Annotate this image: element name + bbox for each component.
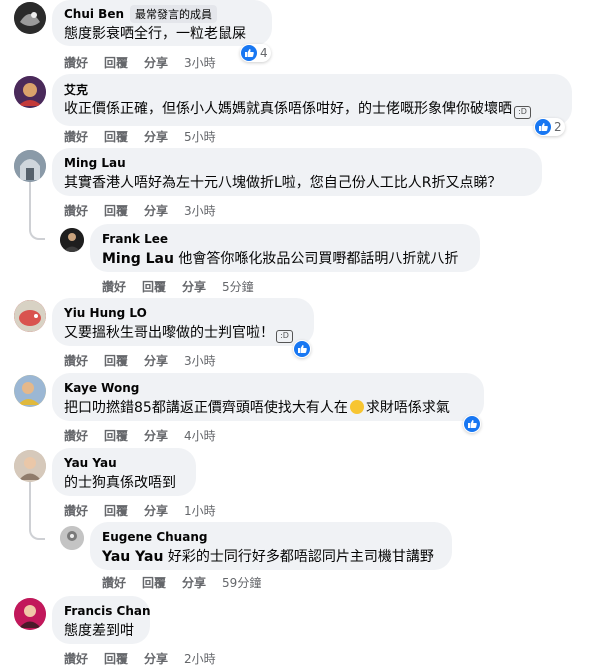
- relieved-face-emoji-icon: [349, 400, 364, 414]
- comment-timestamp[interactable]: 1小時: [184, 502, 216, 519]
- like-button[interactable]: 讚好: [64, 427, 88, 444]
- like-button[interactable]: 讚好: [64, 650, 88, 667]
- comment-text: 態度影衰哂全行，一粒老鼠屎: [64, 26, 246, 42]
- comment-author[interactable]: Kaye Wong: [64, 381, 139, 395]
- comment-bubble: Ming Lau 其實香港人唔好為左十元八塊做折L啦，您自己份人工比人R折又点睇…: [52, 148, 542, 196]
- avatar[interactable]: [60, 526, 84, 550]
- like-button[interactable]: 讚好: [64, 502, 88, 519]
- comment-actions: 讚好 回覆 分享 3小時: [64, 54, 216, 70]
- like-button[interactable]: 讚好: [64, 128, 88, 145]
- comment-author[interactable]: 艾克: [64, 81, 88, 98]
- comment-author[interactable]: Yiu Hung LO: [64, 306, 147, 320]
- comment-text: 又要搵秋生哥出嚟做的士判官啦！: [64, 325, 274, 341]
- reply-thread-line: [29, 182, 45, 240]
- avatar[interactable]: [14, 450, 46, 482]
- comment-actions: 讚好 回覆 分享 1小時: [64, 502, 216, 518]
- reply-button[interactable]: 回覆: [104, 352, 128, 369]
- comment-bubble: Francis Chan 態度差到咁: [52, 596, 151, 644]
- comment-bubble: Eugene Chuang Yau Yau 好彩的士同行好多都唔認同片主司機甘講…: [90, 522, 452, 570]
- thumbs-up-icon: [241, 45, 257, 61]
- share-button[interactable]: 分享: [144, 352, 168, 369]
- mention-link[interactable]: Ming Lau: [102, 251, 174, 267]
- share-button[interactable]: 分享: [144, 427, 168, 444]
- comment-timestamp[interactable]: 5小時: [184, 128, 216, 145]
- share-button[interactable]: 分享: [144, 128, 168, 145]
- like-button[interactable]: 讚好: [102, 278, 126, 295]
- grin-emoji-icon: :D: [276, 330, 293, 343]
- comment-text: 把口叻撚錯85都講返正價齊頭唔使找大有人在: [64, 400, 348, 416]
- comment-author[interactable]: Ming Lau: [64, 156, 126, 170]
- comment-author[interactable]: Chui Ben: [64, 7, 124, 21]
- thumbs-up-icon: [535, 119, 551, 135]
- avatar[interactable]: [14, 300, 46, 332]
- comment-text-continued: 求財唔係求氣: [365, 400, 450, 416]
- mention-link[interactable]: Yau Yau: [102, 549, 163, 565]
- comment-author[interactable]: Francis Chan: [64, 604, 151, 618]
- reply-button[interactable]: 回覆: [142, 278, 166, 295]
- reaction-count[interactable]: 2: [534, 118, 565, 136]
- reply-button[interactable]: 回覆: [104, 54, 128, 71]
- reaction-count[interactable]: 4: [240, 44, 271, 62]
- comment-author[interactable]: Yau Yau: [64, 456, 117, 470]
- comment-timestamp[interactable]: 2小時: [184, 650, 216, 667]
- comment-text: 的士狗真係改唔到: [64, 475, 176, 491]
- comment-text: 好彩的士同行好多都唔認同片主司機甘講野: [167, 549, 434, 565]
- thumbs-up-icon: [464, 416, 480, 432]
- reply-button[interactable]: 回覆: [142, 574, 166, 591]
- like-button[interactable]: 讚好: [102, 574, 126, 591]
- comment-actions: 讚好 回覆 分享 3小時: [64, 202, 216, 218]
- share-button[interactable]: 分享: [144, 502, 168, 519]
- share-button[interactable]: 分享: [182, 278, 206, 295]
- comment-author[interactable]: Eugene Chuang: [102, 530, 207, 544]
- like-button[interactable]: 讚好: [64, 352, 88, 369]
- grin-emoji-icon: :D: [514, 106, 531, 119]
- avatar[interactable]: [14, 598, 46, 630]
- comment-timestamp[interactable]: 4小時: [184, 427, 216, 444]
- share-button[interactable]: 分享: [144, 54, 168, 71]
- reply-button[interactable]: 回覆: [104, 427, 128, 444]
- reply-thread-line: [29, 482, 45, 540]
- comment-timestamp[interactable]: 59分鐘: [222, 574, 261, 591]
- avatar[interactable]: [14, 76, 46, 108]
- comment-bubble: Yiu Hung LO 又要搵秋生哥出嚟做的士判官啦！:D: [52, 298, 314, 346]
- comment-author[interactable]: Frank Lee: [102, 232, 168, 246]
- top-contributor-badge: 最常發言的成員: [130, 5, 218, 23]
- avatar[interactable]: [14, 150, 46, 182]
- comment-timestamp[interactable]: 3小時: [184, 54, 216, 71]
- like-button[interactable]: 讚好: [64, 54, 88, 71]
- share-button[interactable]: 分享: [144, 202, 168, 219]
- comment-timestamp[interactable]: 3小時: [184, 352, 216, 369]
- share-button[interactable]: 分享: [144, 650, 168, 667]
- comment-actions: 讚好 回覆 分享 3小時: [64, 352, 216, 368]
- comment-actions: 讚好 回覆 分享 59分鐘: [102, 574, 261, 590]
- like-button[interactable]: 讚好: [64, 202, 88, 219]
- thumbs-up-icon: [294, 341, 310, 357]
- reaction-count[interactable]: [463, 415, 481, 433]
- comment-bubble: Chui Ben 最常發言的成員 態度影衰哂全行，一粒老鼠屎: [52, 0, 272, 46]
- comment-actions: 讚好 回覆 分享 4小時: [64, 427, 216, 443]
- comment-text: 他會答你喺化妝品公司買嘢都話明八折就八折: [178, 251, 459, 267]
- comment-section: Chui Ben 最常發言的成員 態度影衰哂全行，一粒老鼠屎 4 讚好 回覆 分…: [0, 0, 605, 668]
- comment-actions: 讚好 回覆 分享 5小時: [64, 128, 216, 144]
- avatar[interactable]: [14, 2, 46, 34]
- comment-actions: 讚好 回覆 分享 2小時: [64, 650, 216, 666]
- reply-button[interactable]: 回覆: [104, 502, 128, 519]
- comment-bubble: Frank Lee Ming Lau 他會答你喺化妝品公司買嘢都話明八折就八折: [90, 224, 480, 272]
- reaction-count[interactable]: [293, 340, 311, 358]
- avatar[interactable]: [60, 228, 84, 252]
- reply-button[interactable]: 回覆: [104, 128, 128, 145]
- reply-button[interactable]: 回覆: [104, 202, 128, 219]
- comment-text: 其實香港人唔好為左十元八塊做折L啦，您自己份人工比人R折又点睇？: [64, 175, 502, 191]
- avatar[interactable]: [14, 375, 46, 407]
- comment-timestamp[interactable]: 3小時: [184, 202, 216, 219]
- reply-button[interactable]: 回覆: [104, 650, 128, 667]
- comment-text: 收正價係正確，但係小人媽媽就真係唔係咁好，的士佬嘅形象俾你破壞晒: [64, 101, 512, 117]
- comment-text: 態度差到咁: [64, 623, 134, 639]
- comment-timestamp[interactable]: 5分鐘: [222, 278, 254, 295]
- share-button[interactable]: 分享: [182, 574, 206, 591]
- comment-actions: 讚好 回覆 分享 5分鐘: [102, 278, 254, 294]
- comment-bubble: Yau Yau 的士狗真係改唔到: [52, 448, 196, 496]
- comment-bubble: 艾克 收正價係正確，但係小人媽媽就真係唔係咁好，的士佬嘅形象俾你破壞晒:D: [52, 74, 572, 126]
- comment-bubble: Kaye Wong 把口叻撚錯85都講返正價齊頭唔使找大有人在 求財唔係求氣: [52, 373, 484, 421]
